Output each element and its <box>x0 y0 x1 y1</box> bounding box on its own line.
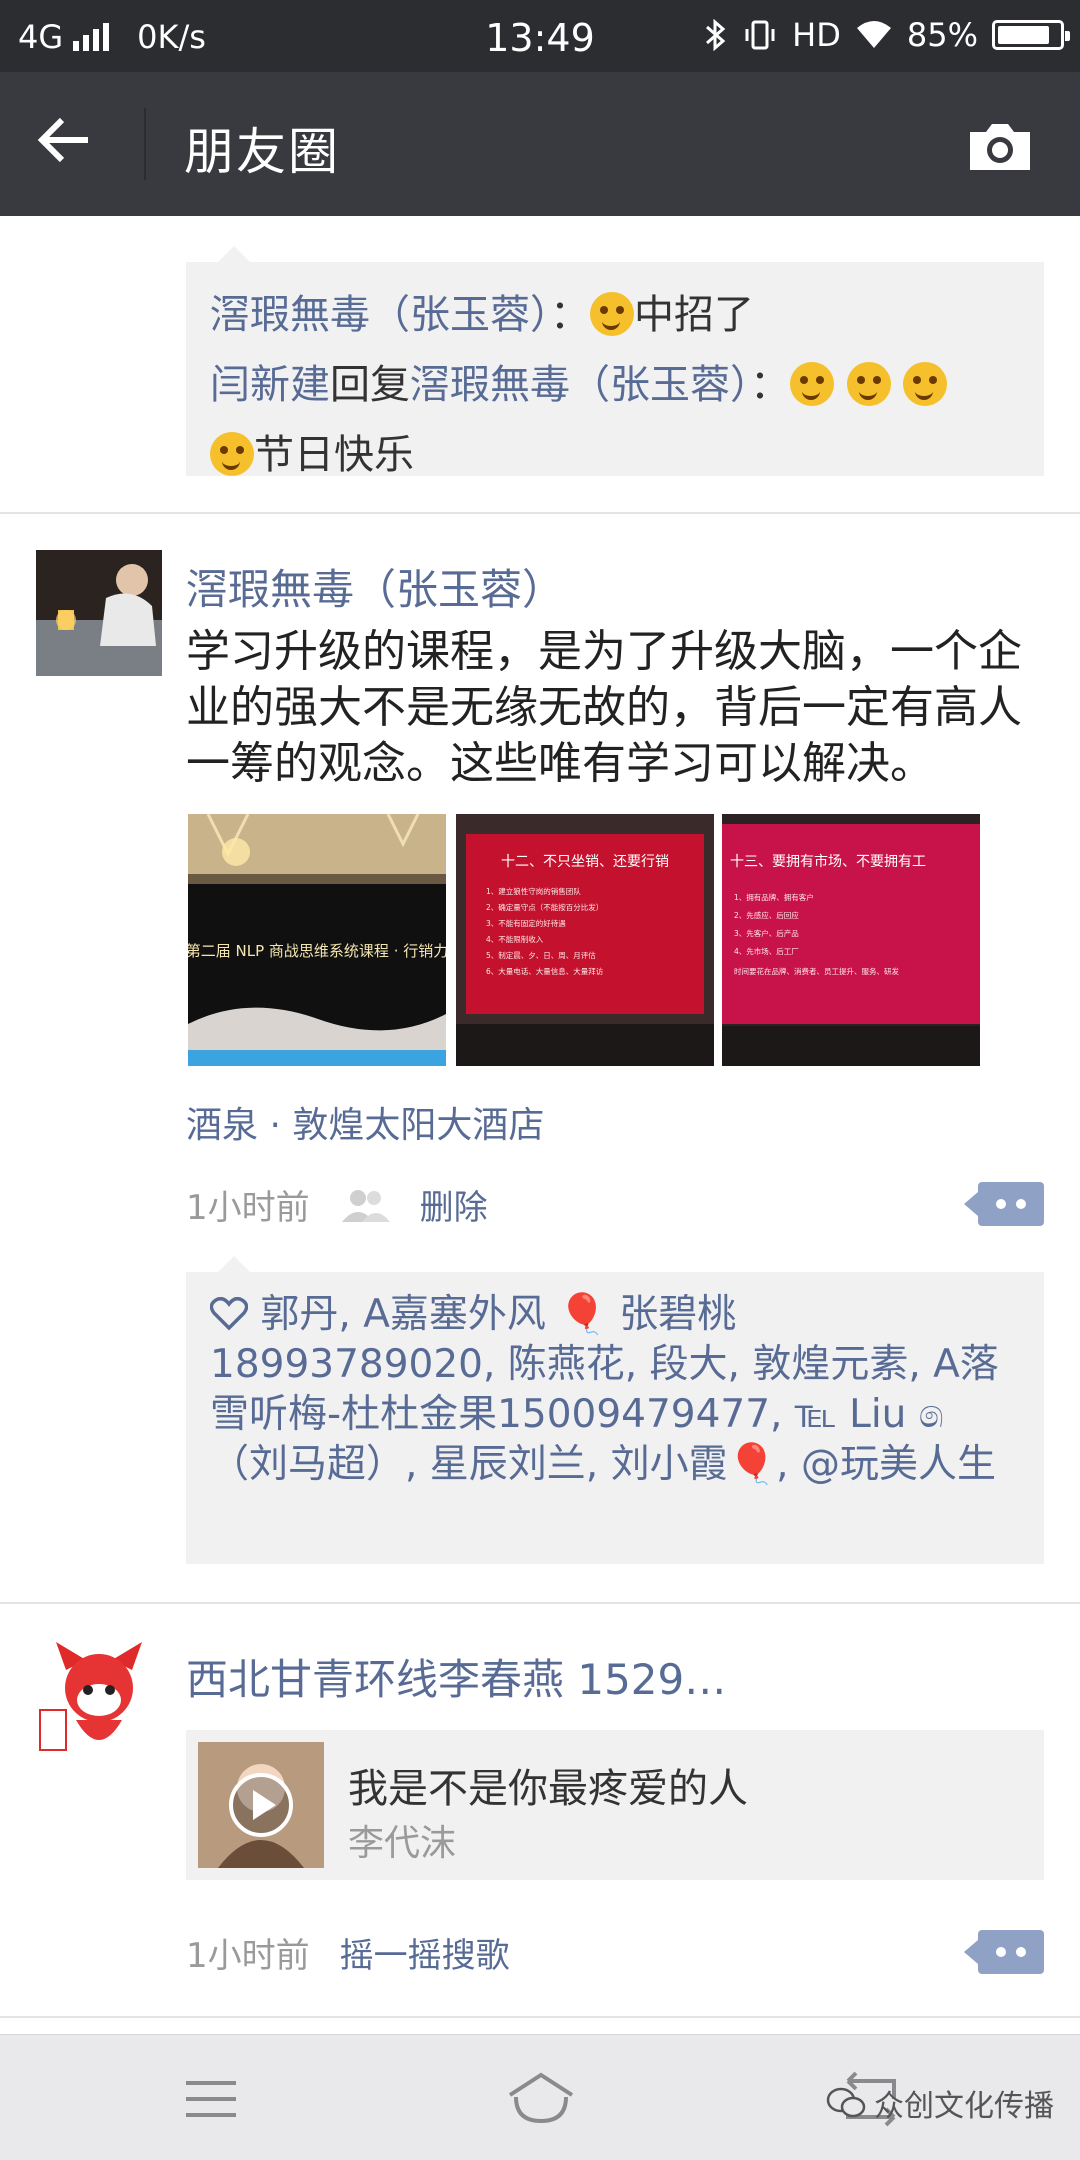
page-title: 朋友圈 <box>184 123 340 181</box>
action-pointer <box>964 1192 978 1216</box>
wechat-logo-icon <box>826 2087 866 2118</box>
post-text: 学习升级的课程，是为了升级大脑，一个企业的强大不是无缘无故的，背后一定有高人一筹… <box>186 626 1022 789</box>
system-nav-bar: 众创文化传播 <box>0 2034 1080 2160</box>
bluetooth-icon <box>706 18 726 52</box>
watermark-text: 众创文化传播 <box>874 2089 1054 2124</box>
menu-icon <box>186 2081 236 2117</box>
comment-action-button[interactable] <box>964 1182 1044 1226</box>
home-button[interactable] <box>506 2071 576 2127</box>
battery-level <box>998 26 1049 44</box>
post-time: 1小时前 <box>186 1936 310 1976</box>
thinking-emoji-icon <box>790 362 834 406</box>
status-bar: 4G 0K/s 13:49 HD 85% <box>0 0 1080 72</box>
slide-line: 4、不能限制收入 <box>486 934 544 944</box>
back-button[interactable] <box>34 110 114 180</box>
slide-line: 4、先市场、后工厂 <box>734 946 799 956</box>
thinking-emoji-icon <box>846 362 891 406</box>
camera-icon <box>970 124 1030 170</box>
visibility-group-icon[interactable] <box>340 1188 390 1222</box>
menu-button[interactable] <box>176 2071 246 2127</box>
post-meta: 1小时前 删除 <box>186 1180 488 1229</box>
music-title: 我是不是你最疼爱的人 <box>348 1766 748 1812</box>
reply-target[interactable]: 滘瑕無毒（张玉蓉） <box>410 362 750 408</box>
slide-line: 3、不能有固定的好待遇 <box>486 918 566 928</box>
hd-badge: HD <box>792 16 841 54</box>
music-cover <box>198 1742 324 1868</box>
nav-divider <box>144 108 146 180</box>
post-photo[interactable]: 第二届 NLP 商战思维系统课程 · 行销力 <box>188 814 446 1066</box>
heart-icon <box>210 1297 248 1331</box>
slide-line: 1、建立狼性守岗的销售团队 <box>486 886 581 896</box>
more-dot-icon <box>1016 1199 1026 1209</box>
nav-bar: 朋友圈 <box>0 72 1080 216</box>
slide-heading: 十二、不只坐销、还要行销 <box>501 854 669 870</box>
comment-colon: ： <box>550 292 590 338</box>
music-share-card[interactable]: 我是不是你最疼爱的人 李代沫 <box>186 1730 1044 1880</box>
post-author[interactable]: 滘瑕無毒（张玉蓉） <box>186 556 564 617</box>
slide-line: 6、大量电话、大量信息、大量拜访 <box>486 966 604 976</box>
more-dot-icon <box>996 1199 1006 1209</box>
post-photo[interactable]: 十二、不只坐销、还要行销 1、建立狼性守岗的销售团队 2、确定量守点（不能按百分… <box>456 814 714 1066</box>
slide-line: 2、确定量守点（不能按百分比发） <box>486 902 603 912</box>
post-location[interactable]: 酒泉 · 敦煌太阳大酒店 <box>186 1096 544 1148</box>
shake-search-link[interactable]: 摇一摇搜歌 <box>340 1928 510 1977</box>
reply-word: 回复 <box>330 362 410 408</box>
slide-line: 5、制定晨、夕、日、周、月评估 <box>486 950 596 960</box>
back-arrow-icon <box>37 117 88 163</box>
vibrate-icon <box>745 20 775 50</box>
post-photo[interactable]: 十三、要拥有市场、不要拥有工 1、拥有品牌、拥有客户 2、先感应、后回应 3、先… <box>722 814 980 1066</box>
post-divider <box>0 512 1080 514</box>
comment-username[interactable]: 闫新建 <box>210 362 330 408</box>
music-artist: 李代沫 <box>348 1823 457 1864</box>
slide-line: 2、先感应、后回应 <box>734 910 799 920</box>
avatar[interactable] <box>36 550 162 676</box>
watermark: 众创文化传播 <box>826 2081 1054 2125</box>
post-divider <box>0 1602 1080 1604</box>
slide-line: 时间要花在品牌、消费者、员工提升、服务、研发 <box>734 966 899 976</box>
post-divider <box>0 2016 1080 2018</box>
thinking-emoji-icon <box>210 432 254 476</box>
slide-line: 1、拥有品牌、拥有客户 <box>734 892 814 902</box>
photo-banner: 第二届 NLP 商战思维系统课程 · 行销力 <box>188 942 446 960</box>
battery-icon <box>992 20 1070 50</box>
slide-heading: 十三、要拥有市场、不要拥有工 <box>730 853 926 870</box>
camera-button[interactable] <box>964 116 1036 176</box>
more-dot-icon <box>996 1947 1006 1957</box>
comment-box: 滘瑕無毒（张玉蓉）： 中招了 闫新建回复滘瑕無毒（张玉蓉）： 节日快乐 <box>186 262 1044 478</box>
home-icon <box>508 2072 574 2124</box>
moments-feed[interactable]: 滘瑕無毒（张玉蓉）： 中招了 闫新建回复滘瑕無毒（张玉蓉）： 节日快乐 滘瑕無毒（… <box>0 216 1080 2034</box>
action-pointer <box>964 1940 978 1964</box>
comment-action-button[interactable] <box>964 1930 1044 1974</box>
comment-username[interactable]: 滘瑕無毒（张玉蓉） <box>210 292 550 338</box>
comment-line[interactable]: 滘瑕無毒（张玉蓉）： 中招了 <box>210 280 1020 350</box>
avatar[interactable] <box>36 1640 162 1766</box>
post-time: 1小时前 <box>186 1188 310 1228</box>
dizzy-emoji-icon <box>590 292 634 336</box>
comment-text: 节日快乐 <box>254 432 414 478</box>
comment-caret <box>218 246 250 262</box>
likes-caret <box>218 1256 250 1272</box>
likes-box: 郭丹, A嘉塞外风 🎈 张碧桃18993789020, 陈燕花, 段大, 敦煌元… <box>186 1272 1044 1564</box>
more-dot-icon <box>1016 1947 1026 1957</box>
comment-colon: ： <box>750 362 790 408</box>
likes-list[interactable]: 郭丹, A嘉塞外风 🎈 张碧桃18993789020, 陈燕花, 段大, 敦煌元… <box>210 1292 999 1487</box>
post-author[interactable]: 西北甘青环线李春燕 1529… <box>186 1646 726 1707</box>
status-right: HD 85% <box>704 16 1070 54</box>
thinking-emoji-icon <box>903 362 948 406</box>
slide-line: 3、先客户、后产品 <box>734 928 799 938</box>
delete-link[interactable]: 删除 <box>420 1180 488 1229</box>
post-meta: 1小时前 摇一摇搜歌 <box>186 1928 510 1977</box>
comment-text: 中招了 <box>634 292 754 338</box>
comment-line[interactable]: 闫新建回复滘瑕無毒（张玉蓉）： 节日快乐 <box>210 350 1020 490</box>
wifi-icon <box>856 21 891 48</box>
battery-percent: 85% <box>906 16 978 54</box>
